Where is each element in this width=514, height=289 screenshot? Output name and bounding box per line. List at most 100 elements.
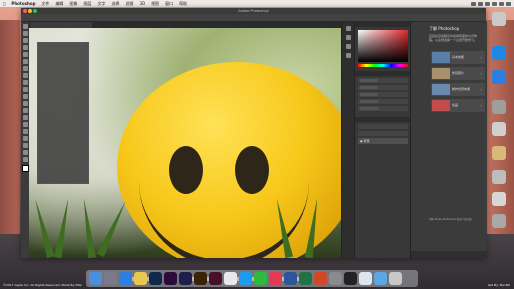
qq-icon[interactable] [239,272,252,285]
document-canvas[interactable] [29,28,341,258]
launchpad-icon[interactable] [104,272,117,285]
search-icon[interactable] [499,1,504,6]
layer-background[interactable]: ◉ 背景 [358,138,408,144]
menu-type[interactable]: 文字 [94,1,108,7]
learn-card-fix-photos[interactable]: 修复照片 › [431,67,485,80]
menu-window[interactable]: 窗口 [162,1,176,7]
hue-slider[interactable] [358,64,408,67]
menu-entry[interactable] [38,73,88,79]
blur-tool-icon[interactable] [22,108,28,113]
dodge-tool-icon[interactable] [22,115,28,120]
status-icon[interactable] [471,1,476,6]
menu-image[interactable]: 图像 [66,1,80,7]
desktop-file-icon[interactable] [492,192,506,206]
terminal-icon[interactable] [344,272,357,285]
menu-select[interactable]: 选择 [108,1,122,7]
battery-icon[interactable] [492,1,497,6]
zoom-tool-icon[interactable] [22,157,28,162]
shape-tool-icon[interactable] [22,143,28,148]
powerpoint-icon[interactable] [314,272,327,285]
desktop-file-icon[interactable] [492,100,506,114]
folder-icon[interactable] [374,272,387,285]
menu-view[interactable]: 视图 [148,1,162,7]
layer-blend-row[interactable] [358,131,408,136]
wechat-icon[interactable] [254,272,267,285]
preview-icon[interactable] [359,272,372,285]
property-row[interactable] [358,99,408,104]
menu-help[interactable]: 帮助 [176,1,190,7]
wifi-icon[interactable] [478,1,483,6]
chevron-right-icon: › [480,71,482,76]
music-icon[interactable] [269,272,282,285]
volume-icon[interactable] [485,1,490,6]
menu-3d[interactable]: 3D [136,1,148,6]
trash-icon[interactable] [389,272,402,285]
crop-tool-icon[interactable] [22,52,28,57]
desktop-file-icon[interactable] [492,170,506,184]
foreground-color-swatch[interactable] [21,165,29,172]
quick-select-tool-icon[interactable] [22,45,28,50]
layers-panel-header [355,117,411,122]
property-row[interactable] [358,92,408,97]
minimize-icon[interactable] [28,9,32,13]
indesign-icon[interactable] [209,272,222,285]
learn-panel-title: 了解 Photoshop [429,26,460,31]
history-brush-tool-icon[interactable] [22,87,28,92]
move-tool-icon[interactable] [22,24,28,29]
copyright-text: ©2017 Apple Inc. All Rights Reserved. Ma… [3,283,83,287]
safari-icon[interactable] [119,272,132,285]
illustrator-icon[interactable] [194,272,207,285]
photoshop-icon[interactable] [149,272,162,285]
photos-icon[interactable] [134,272,147,285]
brush-tool-icon[interactable] [22,73,28,78]
eyedropper-tool-icon[interactable] [22,59,28,64]
property-row[interactable] [358,106,408,111]
apple-icon[interactable]:  [0,1,8,6]
zoom-icon[interactable] [33,9,37,13]
pen-tool-icon[interactable] [22,122,28,127]
eraser-tool-icon[interactable] [22,94,28,99]
color-picker-field[interactable] [358,30,408,62]
chrome-icon[interactable] [224,272,237,285]
menu-edit[interactable]: 编辑 [52,1,66,7]
finder-icon[interactable] [89,272,102,285]
libraries-panel-icon[interactable] [346,53,351,58]
desktop-drive-icon[interactable] [492,12,506,26]
word-icon[interactable] [284,272,297,285]
premiere-icon[interactable] [164,272,177,285]
menu-app-name[interactable]: Photoshop [8,1,38,6]
desktop-file-icon[interactable] [492,214,506,228]
gradient-tool-icon[interactable] [22,101,28,106]
marquee-tool-icon[interactable] [22,31,28,36]
desktop-edge2-icon[interactable] [492,70,506,84]
menu-layer[interactable]: 图层 [80,1,94,7]
learn-card-painting[interactable]: 绘画 › [431,99,485,112]
close-icon[interactable] [23,9,27,13]
lasso-tool-icon[interactable] [22,38,28,43]
collapsed-panels [341,22,355,258]
path-select-tool-icon[interactable] [22,136,28,141]
eye-icon[interactable]: ◉ [360,139,363,143]
properties-panel-icon[interactable] [346,35,351,40]
hand-tool-icon[interactable] [22,150,28,155]
stamp-tool-icon[interactable] [22,80,28,85]
aftereffects-icon[interactable] [179,272,192,285]
notification-icon[interactable] [506,1,511,6]
menu-file[interactable]: 文件 [38,1,52,7]
learn-card-basic-skills[interactable]: 基本技能 › [431,51,485,64]
learn-card-creative-effects[interactable]: 制作创意效果 › [431,83,485,96]
systemprefs-icon[interactable] [329,272,342,285]
excel-icon[interactable] [299,272,312,285]
property-row[interactable] [358,78,408,83]
property-row[interactable] [358,85,408,90]
healing-tool-icon[interactable] [22,66,28,71]
adjustments-panel-icon[interactable] [346,44,351,49]
desktop-edge-icon[interactable] [492,46,506,60]
type-tool-icon[interactable] [22,129,28,134]
desktop-folder-icon[interactable] [492,146,506,160]
menu-filter[interactable]: 滤镜 [122,1,136,7]
desktop-file-icon[interactable] [492,122,506,136]
layer-filter-row[interactable] [358,124,408,129]
file-menu-dropdown [37,42,89,184]
history-panel-icon[interactable] [346,26,351,31]
